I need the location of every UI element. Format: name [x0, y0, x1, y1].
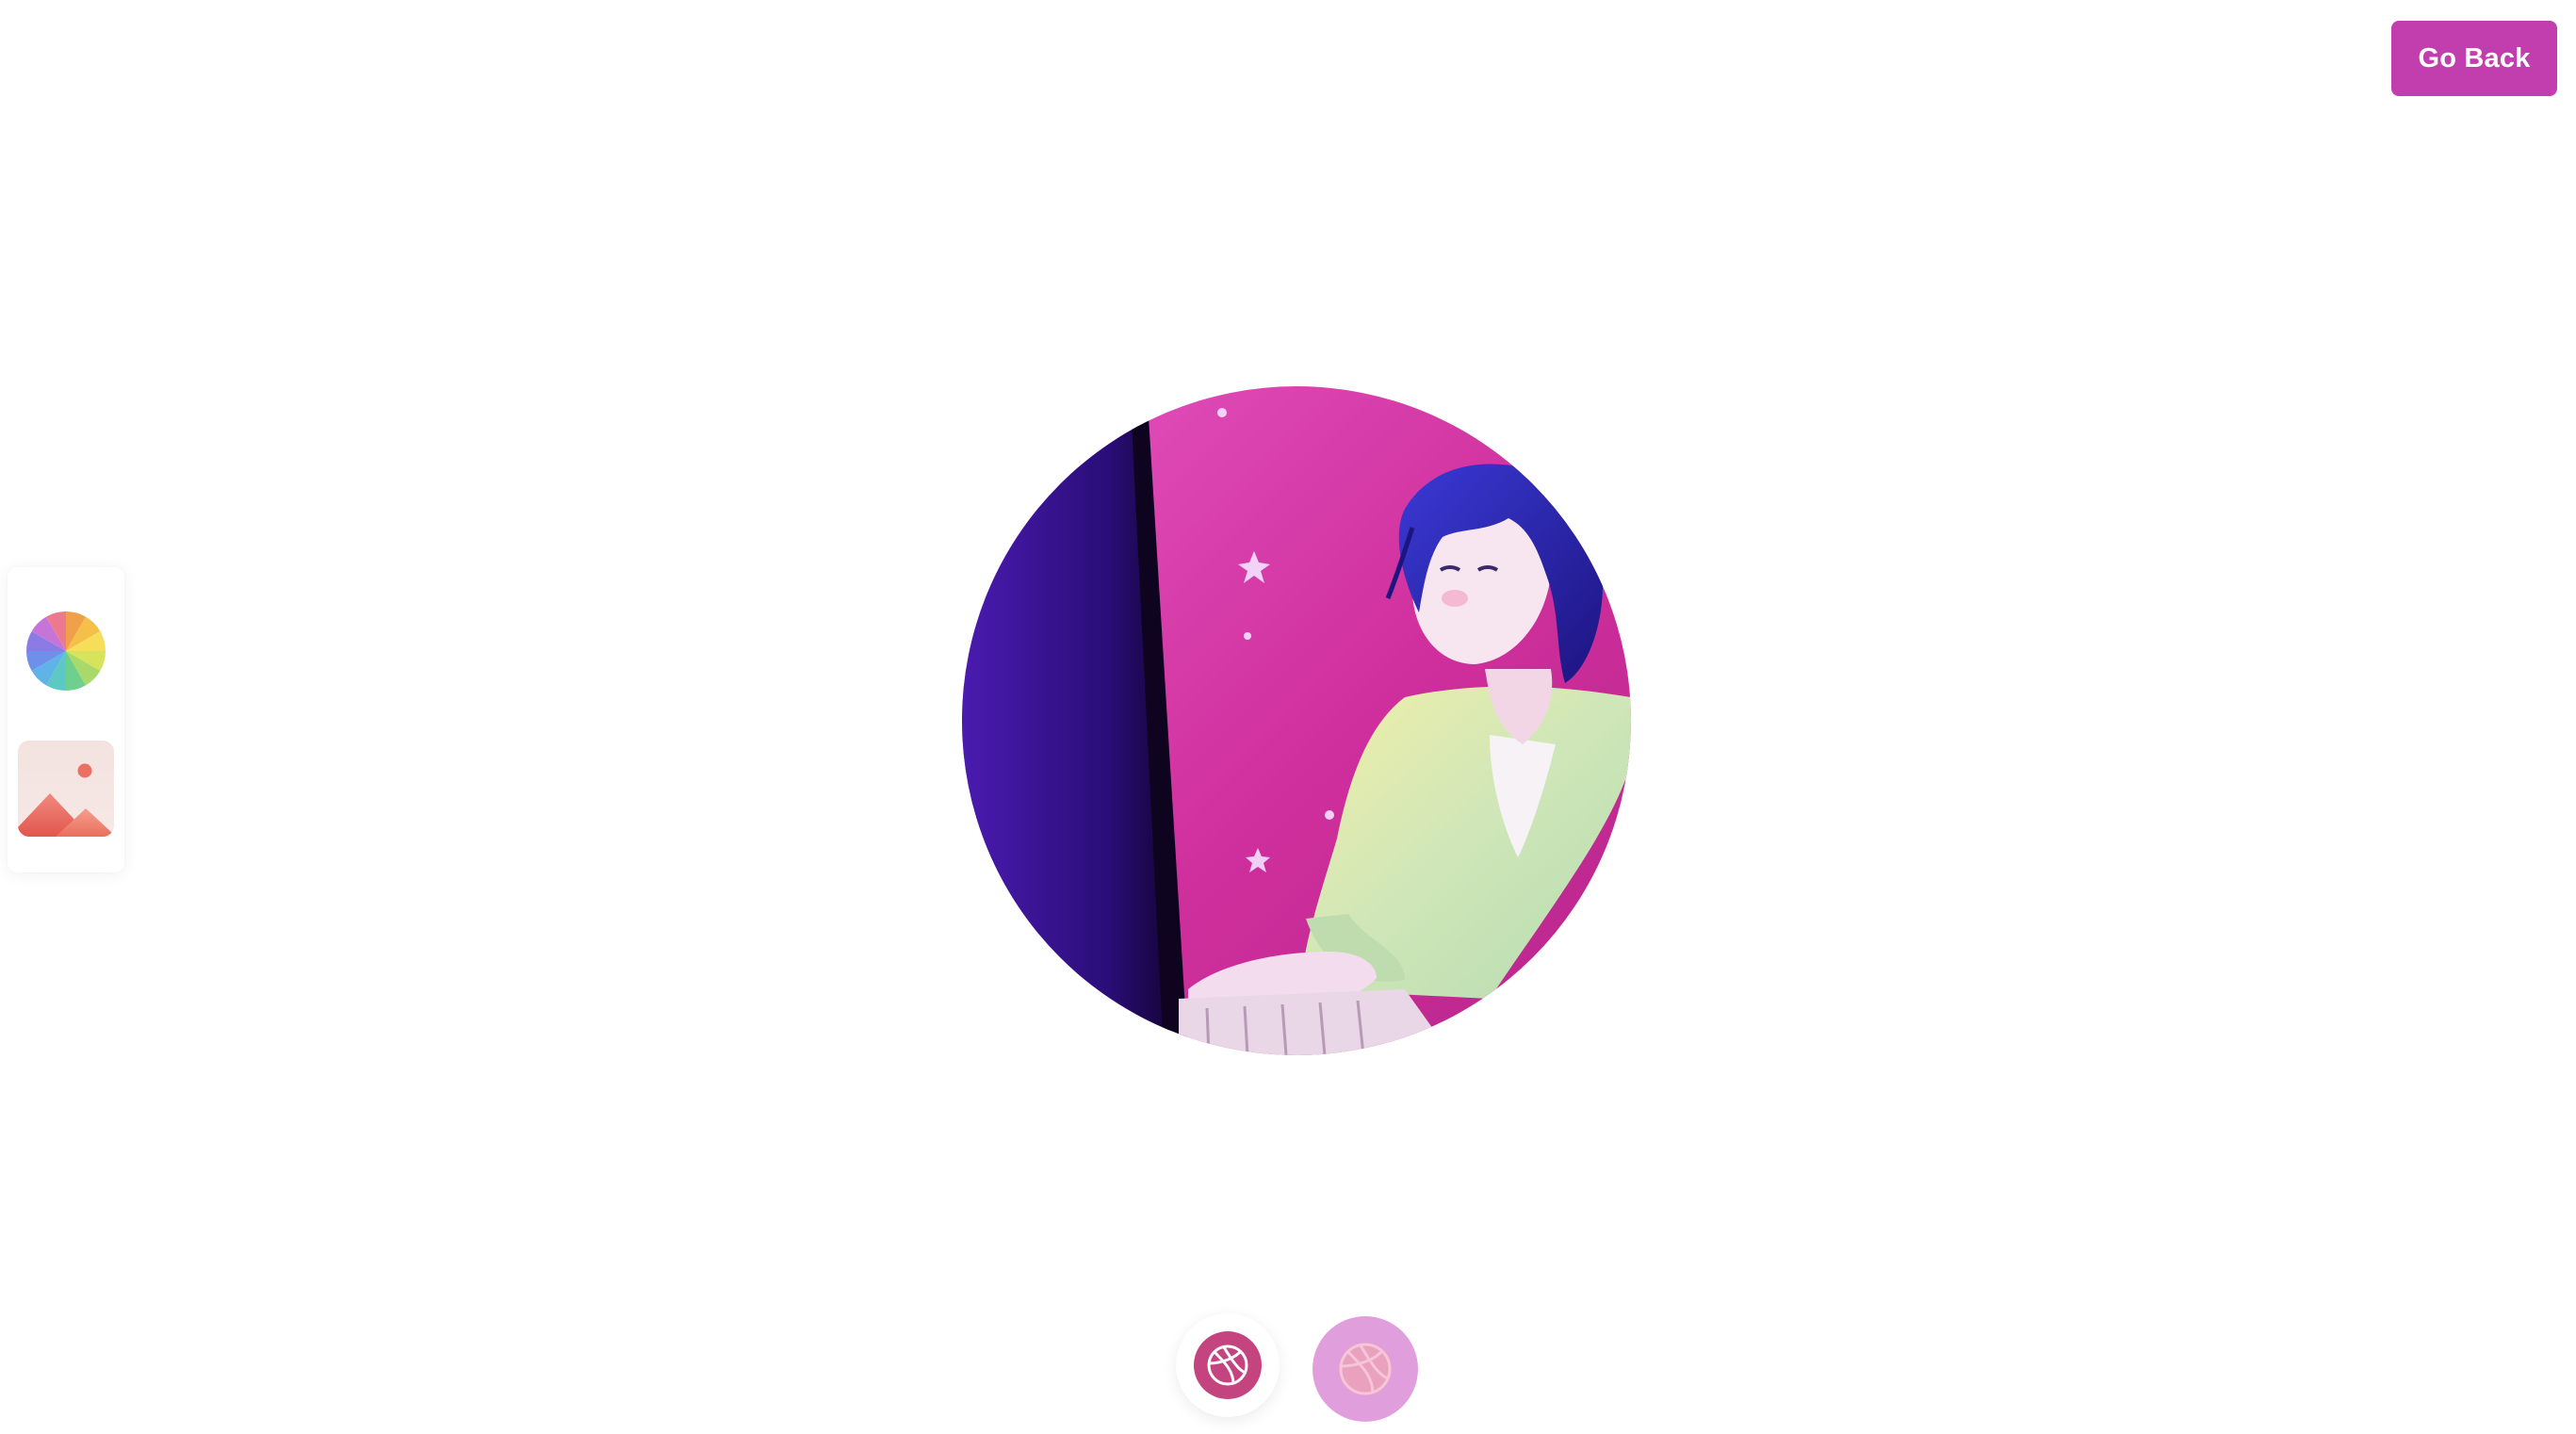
style-option-button-2[interactable] [1312, 1316, 1418, 1422]
tool-panel [8, 567, 124, 872]
dribbble-icon [1194, 1331, 1262, 1399]
color-tool-button[interactable] [18, 603, 114, 699]
avatar-image [962, 386, 1631, 1055]
image-icon [18, 741, 114, 837]
dribbble-icon [1339, 1343, 1392, 1395]
page: Go Back [0, 0, 2576, 1434]
color-wheel-icon [26, 611, 106, 691]
image-tool-button[interactable] [18, 741, 114, 837]
go-back-button[interactable]: Go Back [2391, 21, 2557, 96]
style-option-button-1[interactable] [1176, 1313, 1280, 1417]
